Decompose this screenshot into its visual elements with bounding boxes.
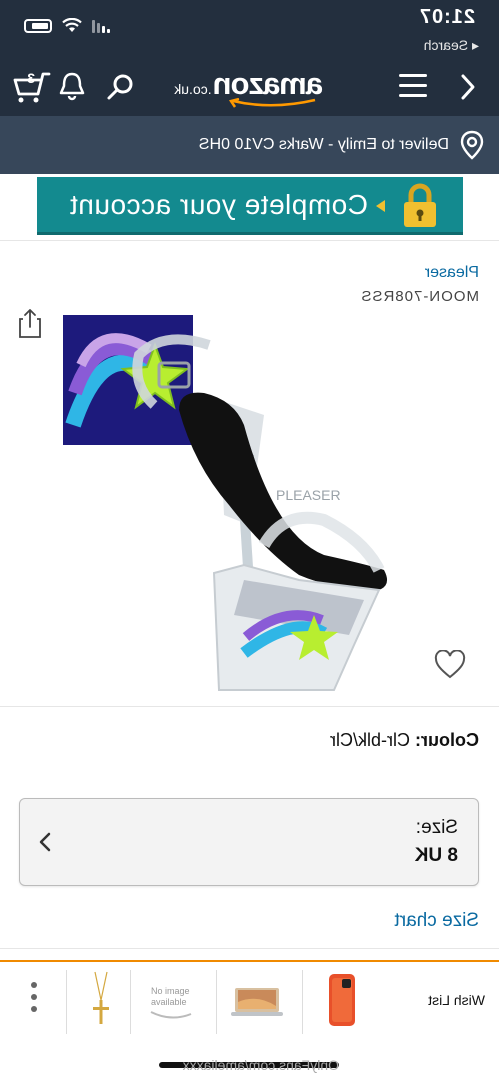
wishlist-item-laptop[interactable] xyxy=(229,970,285,1030)
wishlist-bar: Wish List No image available xyxy=(0,960,499,1038)
share-icon[interactable] xyxy=(18,307,42,339)
size-chart-link[interactable]: Size chart xyxy=(395,910,479,932)
chevron-right-icon xyxy=(39,832,51,852)
nav-bar: amazon.co.uk 3 xyxy=(0,58,499,116)
svg-text:No image: No image xyxy=(151,986,190,996)
size-label: Size: xyxy=(415,817,458,838)
amazon-logo[interactable]: amazon.co.uk xyxy=(173,66,323,108)
laptop-thumbnail-icon xyxy=(231,988,283,1016)
deliver-address: Deliver to Emily - Warks CV10 0HS xyxy=(198,136,449,153)
divider xyxy=(66,970,67,1034)
colour-value: Clr-blk/Clr xyxy=(330,730,410,750)
back-chevron-icon[interactable] xyxy=(455,71,481,103)
wishlist-item-cross-necklace[interactable] xyxy=(73,970,129,1030)
size-value: 8 UK xyxy=(414,845,458,866)
search-icon[interactable] xyxy=(105,72,135,102)
signal-icon xyxy=(92,19,110,33)
banner-text: Complete your account xyxy=(69,189,368,220)
divider xyxy=(0,948,499,949)
phone-thumbnail-icon xyxy=(329,974,355,1026)
no-image-placeholder-icon: No image available xyxy=(150,986,192,1019)
wishlist-item-no-image[interactable]: No image available xyxy=(143,970,199,1030)
wishlist-heart-icon[interactable] xyxy=(434,650,466,680)
logo-tld: .co.uk xyxy=(174,81,212,97)
brand-link[interactable]: Pleaser xyxy=(425,264,479,282)
battery-icon xyxy=(24,18,52,33)
svg-text:PLEASER: PLEASER xyxy=(276,487,341,503)
watermark: OnlyFans.com/ameliaxxx xyxy=(182,1057,339,1073)
status-time: 21:07 xyxy=(418,6,475,28)
wishlist-label[interactable]: Wish List xyxy=(428,992,485,1008)
status-icons xyxy=(24,18,110,33)
menu-icon[interactable] xyxy=(399,74,427,100)
complete-account-banner[interactable]: Complete your account xyxy=(37,177,463,235)
product-model: MOON-708RSS xyxy=(360,288,479,305)
location-pin-icon xyxy=(460,130,484,160)
size-selector[interactable]: Size: 8 UK xyxy=(19,798,479,886)
colour-row: Colour: Clr-blk/Clr xyxy=(330,730,479,751)
screen: 21:07 ◂ Search amazon.co.uk 3 Deliver to… xyxy=(0,0,499,1079)
lock-icon xyxy=(404,183,436,227)
logo-smile-icon xyxy=(228,98,316,108)
divider xyxy=(130,970,131,1034)
cross-necklace-icon xyxy=(93,971,109,1024)
divider xyxy=(0,706,499,707)
wifi-icon xyxy=(62,18,82,32)
colour-label: Colour: xyxy=(415,730,479,750)
divider xyxy=(302,970,303,1034)
banner-arrow-icon xyxy=(376,200,385,212)
deliver-bar[interactable]: Deliver to Emily - Warks CV10 0HS xyxy=(0,116,499,174)
divider xyxy=(216,970,217,1034)
logo-word: amazon xyxy=(213,66,323,101)
divider xyxy=(0,240,499,241)
cart-count: 3 xyxy=(27,70,35,86)
bell-icon[interactable] xyxy=(57,70,87,102)
wishlist-item-phone[interactable] xyxy=(315,970,371,1030)
product-shoe-image[interactable]: PLEASER xyxy=(114,315,394,695)
cart-button[interactable]: 3 xyxy=(11,68,51,104)
status-bar: 21:07 ◂ Search xyxy=(0,0,499,58)
svg-text:available: available xyxy=(151,997,187,1007)
more-options-icon[interactable] xyxy=(29,982,39,1018)
back-to-search-link[interactable]: ◂ Search xyxy=(424,37,479,54)
